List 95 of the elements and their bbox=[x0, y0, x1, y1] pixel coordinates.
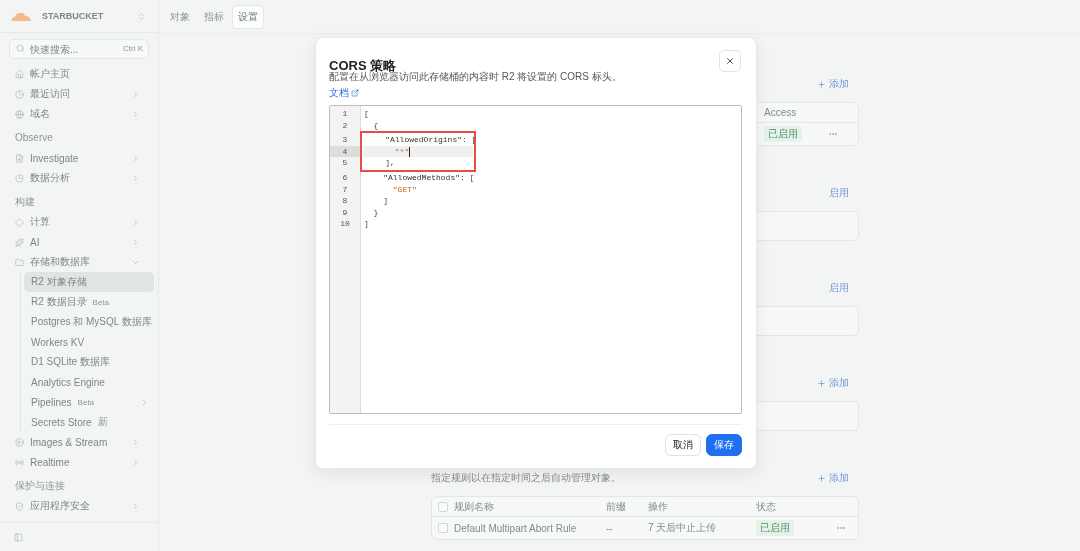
tab[interactable]: 设置 bbox=[232, 4, 264, 29]
up-down-chevron-icon[interactable] bbox=[137, 11, 146, 21]
code-line: "AllowedMethods": [ bbox=[382, 171, 476, 184]
chevron-right-icon bbox=[131, 501, 140, 511]
section-title: 构建 bbox=[14, 195, 36, 209]
plus-icon bbox=[817, 378, 826, 388]
tab[interactable]: 对象 bbox=[164, 4, 196, 29]
radio-waves-icon bbox=[15, 457, 24, 467]
house-icon bbox=[15, 69, 24, 79]
line-number: 2 bbox=[341, 119, 349, 132]
line-number: 6 bbox=[341, 171, 349, 184]
sidebar-subitem[interactable]: R2 对象存储 bbox=[24, 272, 154, 292]
tag: 新 bbox=[97, 415, 108, 429]
code-line: ], bbox=[384, 157, 396, 169]
plus-icon bbox=[817, 473, 826, 483]
cancel-button[interactable]: 取消 bbox=[665, 434, 701, 456]
code-line: ] bbox=[382, 195, 389, 207]
section-description: 指定规则以在指定时间之后自动管理对象。 bbox=[431, 471, 621, 485]
add-link[interactable]: 添加 bbox=[817, 77, 849, 91]
table-cell-text: 7 天后中止上传 bbox=[648, 521, 718, 535]
add-link[interactable]: 添加 bbox=[817, 376, 849, 390]
section-title: 保护与连接 bbox=[14, 479, 66, 493]
shield-icon bbox=[15, 501, 24, 511]
tag: Beta bbox=[92, 297, 110, 307]
enable-link[interactable]: 启用 bbox=[829, 281, 849, 295]
tab[interactable]: 指标 bbox=[198, 4, 230, 29]
play-circle-icon bbox=[15, 437, 24, 447]
code-line: ] bbox=[363, 218, 370, 230]
table-cell-text: -- bbox=[606, 522, 614, 534]
checkbox[interactable] bbox=[438, 523, 448, 533]
line-number: 5 bbox=[341, 157, 349, 169]
line-number: 3 bbox=[341, 134, 349, 146]
line-number: 1 bbox=[341, 108, 349, 120]
sidebar-subitem[interactable]: Workers KV bbox=[24, 332, 154, 352]
external-link-icon bbox=[351, 89, 359, 97]
sidebar-subitem[interactable]: Postgres 和 MySQL 数据库 bbox=[24, 312, 154, 332]
dialog-title: CORS 策略 bbox=[329, 57, 397, 73]
sidebar-item[interactable]: AI bbox=[0, 232, 152, 252]
folder-icon bbox=[15, 257, 24, 267]
sidebar-item[interactable]: 应用程序安全 bbox=[0, 496, 152, 516]
line-number: 10 bbox=[339, 218, 351, 230]
sidebar-subitem[interactable]: Analytics Engine bbox=[24, 372, 154, 392]
code-line: "GET" bbox=[391, 183, 418, 196]
code-line: } bbox=[372, 206, 380, 219]
plus-icon bbox=[817, 79, 826, 89]
sidebar-item[interactable]: 最近访问 bbox=[0, 84, 152, 104]
sidebar-toggle-icon[interactable] bbox=[14, 532, 23, 542]
account-name: STARBUCKET bbox=[42, 11, 105, 21]
line-number: 8 bbox=[341, 195, 349, 207]
sidebar-item[interactable]: Images & Stream bbox=[0, 432, 152, 452]
code-line: [ bbox=[363, 108, 370, 120]
document-search-icon bbox=[15, 153, 24, 163]
enable-link[interactable]: 启用 bbox=[829, 186, 849, 200]
line-number: 4 bbox=[330, 145, 360, 158]
section-title: Observe bbox=[14, 131, 54, 145]
close-button[interactable] bbox=[719, 50, 741, 72]
sparkles-icon bbox=[15, 237, 24, 247]
sidebar-subitem[interactable]: Secrets Store 新 bbox=[24, 412, 154, 432]
text-cursor bbox=[409, 146, 411, 157]
code-line: { bbox=[372, 119, 380, 132]
globe-icon bbox=[15, 109, 24, 119]
column-header: 规则名称 bbox=[454, 499, 495, 514]
sidebar-item[interactable]: 存储和数据库 bbox=[0, 252, 152, 272]
close-icon bbox=[725, 56, 735, 66]
sidebar-subitem[interactable]: D1 SQLite 数据库 bbox=[24, 352, 154, 372]
cloud-logo bbox=[10, 10, 32, 22]
column-header: 状态 bbox=[756, 499, 777, 514]
clock-icon bbox=[15, 89, 24, 99]
tag: Beta bbox=[77, 397, 95, 407]
sidebar-item[interactable]: 数据分析 bbox=[0, 168, 152, 188]
search-icon bbox=[16, 44, 25, 53]
save-button[interactable]: 保存 bbox=[706, 434, 742, 456]
sidebar-item[interactable]: Realtime bbox=[0, 452, 152, 472]
status-tag: 已启用 bbox=[764, 126, 802, 142]
pie-chart-icon bbox=[15, 173, 24, 183]
sidebar-item[interactable]: 帐户主页 bbox=[0, 64, 152, 84]
sidebar-item[interactable]: 域名 bbox=[0, 104, 152, 124]
sidebar-subitem[interactable]: R2 数据目录 Beta bbox=[24, 292, 154, 312]
column-header: 操作 bbox=[648, 499, 669, 514]
column-header: 前缀 bbox=[606, 499, 627, 514]
checkbox[interactable] bbox=[438, 501, 448, 512]
table-cell-text: Default Multipart Abort Rule bbox=[454, 522, 578, 534]
column-header: Access bbox=[764, 107, 798, 118]
docs-link[interactable]: 文档 bbox=[329, 86, 359, 100]
sidebar-item[interactable]: 计算 bbox=[0, 212, 152, 232]
status-tag: 已启用 bbox=[756, 520, 794, 536]
sidebar-item[interactable]: Investigate bbox=[0, 148, 152, 168]
dialog-description: 配置在从浏览器访问此存储桶的内容时 R2 将设置的 CORS 标头。 bbox=[329, 71, 623, 84]
add-link[interactable]: 添加 bbox=[817, 471, 849, 485]
shortcut-hint: Ctrl K bbox=[123, 44, 143, 53]
line-number: 9 bbox=[341, 206, 349, 219]
sidebar-subitem[interactable]: Pipelines Beta bbox=[24, 392, 154, 412]
line-number: 7 bbox=[341, 183, 349, 196]
chevron-right-icon bbox=[140, 397, 149, 407]
diamond-icon bbox=[15, 217, 24, 227]
